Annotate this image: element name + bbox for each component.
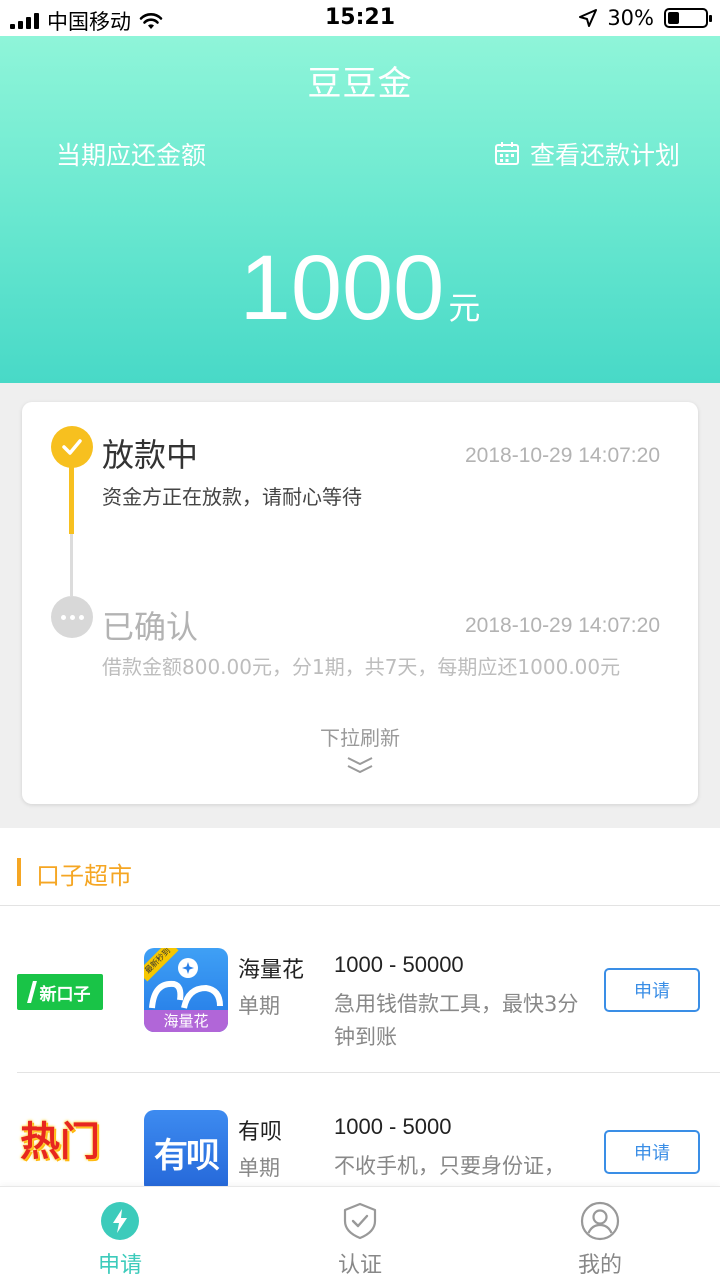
loan-status-card: 放款中 2018-10-29 14:07:20 资金方正在放款，请耐心等待 已确… <box>22 402 698 804</box>
double-chevron-down-icon <box>347 757 373 774</box>
repayment-plan-link[interactable]: 查看还款计划 <box>494 136 680 172</box>
tab-label-apply: 申请 <box>97 1253 142 1278</box>
loan-market-section: 口子超市 新口子 最新秒到 海量花 海量花 单期 1000 - 50000 急用… <box>0 828 720 1194</box>
product-period: 单期 <box>238 994 280 1018</box>
status-right: 30% <box>579 6 712 30</box>
tab-apply[interactable]: 申请 <box>0 1187 240 1280</box>
product-name: 海量花 <box>238 958 305 983</box>
tab-mine[interactable]: 我的 <box>480 1187 720 1280</box>
hailianghua-logo: 最新秒到 海量花 <box>144 948 228 1032</box>
status-bar: 中国移动 15:21 30% <box>0 0 720 36</box>
user-icon <box>580 1201 620 1241</box>
step-title-confirmed: 已确认 <box>102 608 199 646</box>
shield-check-icon <box>343 1202 377 1240</box>
battery-icon <box>664 8 712 28</box>
product-amount-range: 1000 - 5000 <box>334 1114 452 1139</box>
pull-to-refresh-hint: 下拉刷新 <box>320 726 400 750</box>
due-amount-unit: 元 <box>448 289 481 327</box>
market-title: 口子超市 <box>36 862 132 890</box>
product-amount-range: 1000 - 50000 <box>334 952 464 977</box>
market-item[interactable]: 新口子 最新秒到 海量花 海量花 单期 1000 - 50000 急用钱借款工具… <box>0 918 720 1078</box>
logo-banner: 海量花 <box>144 1010 228 1032</box>
product-description: 急用钱借款工具，最快3分钟到账 <box>334 992 579 1049</box>
calendar-icon <box>494 142 519 165</box>
timeline-active-line <box>69 466 74 534</box>
bottom-tab-bar: 申请 认证 我的 <box>0 1186 720 1280</box>
lightning-icon <box>101 1202 139 1240</box>
app-title: 豆豆金 <box>307 64 413 104</box>
tab-label-mine: 我的 <box>577 1253 622 1278</box>
timeline-pending-line <box>70 534 73 596</box>
market-header: 口子超市 <box>0 828 720 906</box>
battery-percent: 30% <box>607 6 654 30</box>
header: 豆豆金 当期应还金额 查看还款计划 1000 元 <box>0 36 720 383</box>
step-time-disbursing: 2018-10-29 14:07:20 <box>465 444 660 467</box>
battery-fill <box>668 12 679 24</box>
apply-button[interactable]: 申请 <box>604 968 700 1012</box>
row-divider <box>17 1072 720 1073</box>
step-done-check-icon <box>51 426 93 468</box>
step-desc-confirmed: 借款金额800.00元，分1期，共7天，每期应还1000.00元 <box>102 655 621 679</box>
step-desc-disbursing: 资金方正在放款，请耐心等待 <box>102 485 362 509</box>
apply-button[interactable]: 申请 <box>604 1130 700 1174</box>
step-title-disbursing: 放款中 <box>102 436 199 474</box>
product-name: 有呗 <box>238 1120 283 1145</box>
due-amount: 1000 元 <box>0 242 720 334</box>
repayment-plan-label: 查看还款计划 <box>529 141 680 170</box>
due-amount-label: 当期应还金额 <box>56 141 207 170</box>
product-description: 不收手机，只要身份证， <box>334 1154 565 1178</box>
step-pending-more-icon <box>51 596 93 638</box>
new-product-tag: 新口子 <box>17 974 103 1010</box>
tab-verify[interactable]: 认证 <box>240 1187 480 1280</box>
hot-product-tag: 热门 <box>20 1119 100 1165</box>
location-arrow-icon <box>579 9 598 27</box>
market-accent-bar <box>17 858 21 886</box>
step-time-confirmed: 2018-10-29 14:07:20 <box>465 614 660 637</box>
tab-label-verify: 认证 <box>337 1253 382 1278</box>
product-period: 单期 <box>238 1156 280 1180</box>
due-amount-value: 1000 <box>239 237 445 339</box>
youbei-logo: 有呗 <box>144 1110 228 1194</box>
